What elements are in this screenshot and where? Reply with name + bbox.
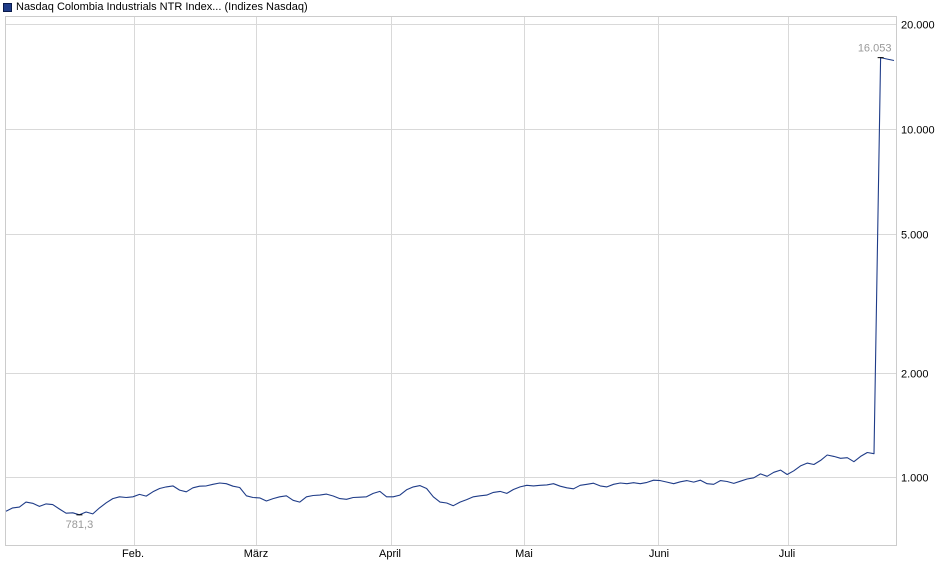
x-tick-label: April <box>379 548 401 560</box>
x-tick-label: Mai <box>515 548 533 560</box>
x-tick-label: März <box>244 548 268 560</box>
x-axis-labels: Feb. März April Mai Juni Juli <box>122 548 795 560</box>
plot-frame <box>5 16 897 546</box>
max-value-annotation: 16.053 <box>858 43 892 55</box>
series-line <box>5 57 895 516</box>
annotations: 781,3 16.053 <box>66 43 892 531</box>
x-tick-label: Juni <box>649 548 669 560</box>
gridlines <box>6 17 896 545</box>
min-value-annotation: 781,3 <box>66 519 94 531</box>
x-tick-label: Feb. <box>122 548 144 560</box>
y-tick-label: 20.000 <box>901 20 935 32</box>
y-tick-label: 1.000 <box>901 473 929 485</box>
y-tick-label: 5.000 <box>901 230 929 242</box>
series-layer <box>5 57 895 516</box>
y-tick-label: 10.000 <box>901 125 935 137</box>
y-axis-labels: 20.000 10.000 5.000 2.000 1.000 <box>901 20 935 485</box>
index-line-chart: 781,3 16.053 Feb. März April Mai Juni Juli 20.… <box>5 16 935 560</box>
x-tick-label: Juli <box>779 548 796 560</box>
y-tick-label: 2.000 <box>901 369 929 381</box>
